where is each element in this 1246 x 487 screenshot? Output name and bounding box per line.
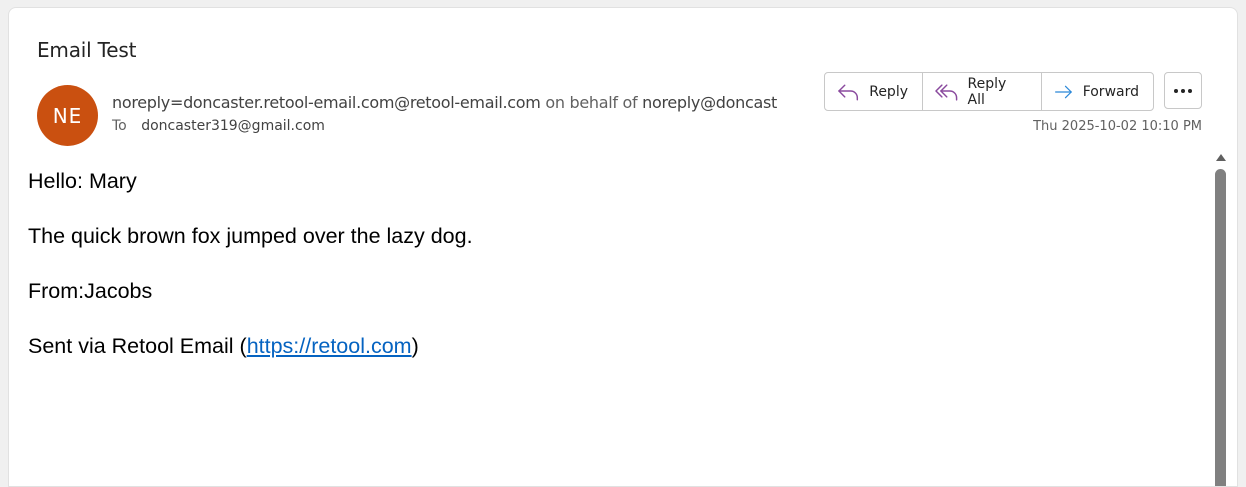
forward-label: Forward (1082, 83, 1139, 100)
reply-button[interactable]: Reply (825, 73, 922, 110)
sent-via-suffix: ) (411, 334, 419, 358)
recipient-line: To doncaster319@gmail.com (112, 118, 325, 134)
more-horizontal-icon (1174, 88, 1192, 93)
sent-via-prefix: Sent via Retool Email ( (28, 334, 247, 358)
scroll-thumb[interactable] (1215, 169, 1226, 486)
body-message: The quick brown fox jumped over the lazy… (28, 224, 473, 248)
email-timestamp: Thu 2025-10-02 10:10 PM (1033, 119, 1202, 134)
body-sent-via: Sent via Retool Email (https://retool.co… (28, 333, 1178, 388)
recipient-address[interactable]: doncaster319@gmail.com (141, 118, 325, 134)
message-actions: Reply Reply All Forward (824, 72, 1154, 111)
forward-icon (1055, 85, 1072, 98)
body-from: From:Jacobs (28, 279, 153, 303)
sender-avatar[interactable]: NE (37, 85, 98, 146)
reply-all-icon (935, 83, 958, 101)
reply-label: Reply (869, 83, 908, 100)
reply-all-label: Reply All (967, 75, 1007, 108)
body-greeting: Hello: Mary (28, 169, 137, 193)
on-behalf-sender[interactable]: noreply@doncast (642, 93, 777, 112)
scroll-up-arrow-icon[interactable] (1216, 154, 1226, 161)
body-scrollbar[interactable] (1213, 151, 1229, 486)
forward-button[interactable]: Forward (1041, 73, 1153, 110)
sender-line: noreply=doncaster.retool-email.com@retoo… (112, 93, 798, 112)
email-body: Hello: Mary The quick brown fox jumped o… (28, 168, 1178, 388)
more-actions-button[interactable] (1164, 72, 1202, 109)
email-reading-pane: Email Test NE noreply=doncaster.retool-e… (8, 7, 1238, 487)
sender-address[interactable]: noreply=doncaster.retool-email.com@retoo… (112, 93, 541, 112)
retool-link[interactable]: https://retool.com (247, 334, 412, 358)
reply-all-button[interactable]: Reply All (922, 73, 1041, 110)
email-subject: Email Test (37, 38, 137, 62)
on-behalf-label: on behalf of (545, 93, 638, 112)
to-label: To (112, 118, 127, 134)
reply-icon (838, 84, 859, 100)
